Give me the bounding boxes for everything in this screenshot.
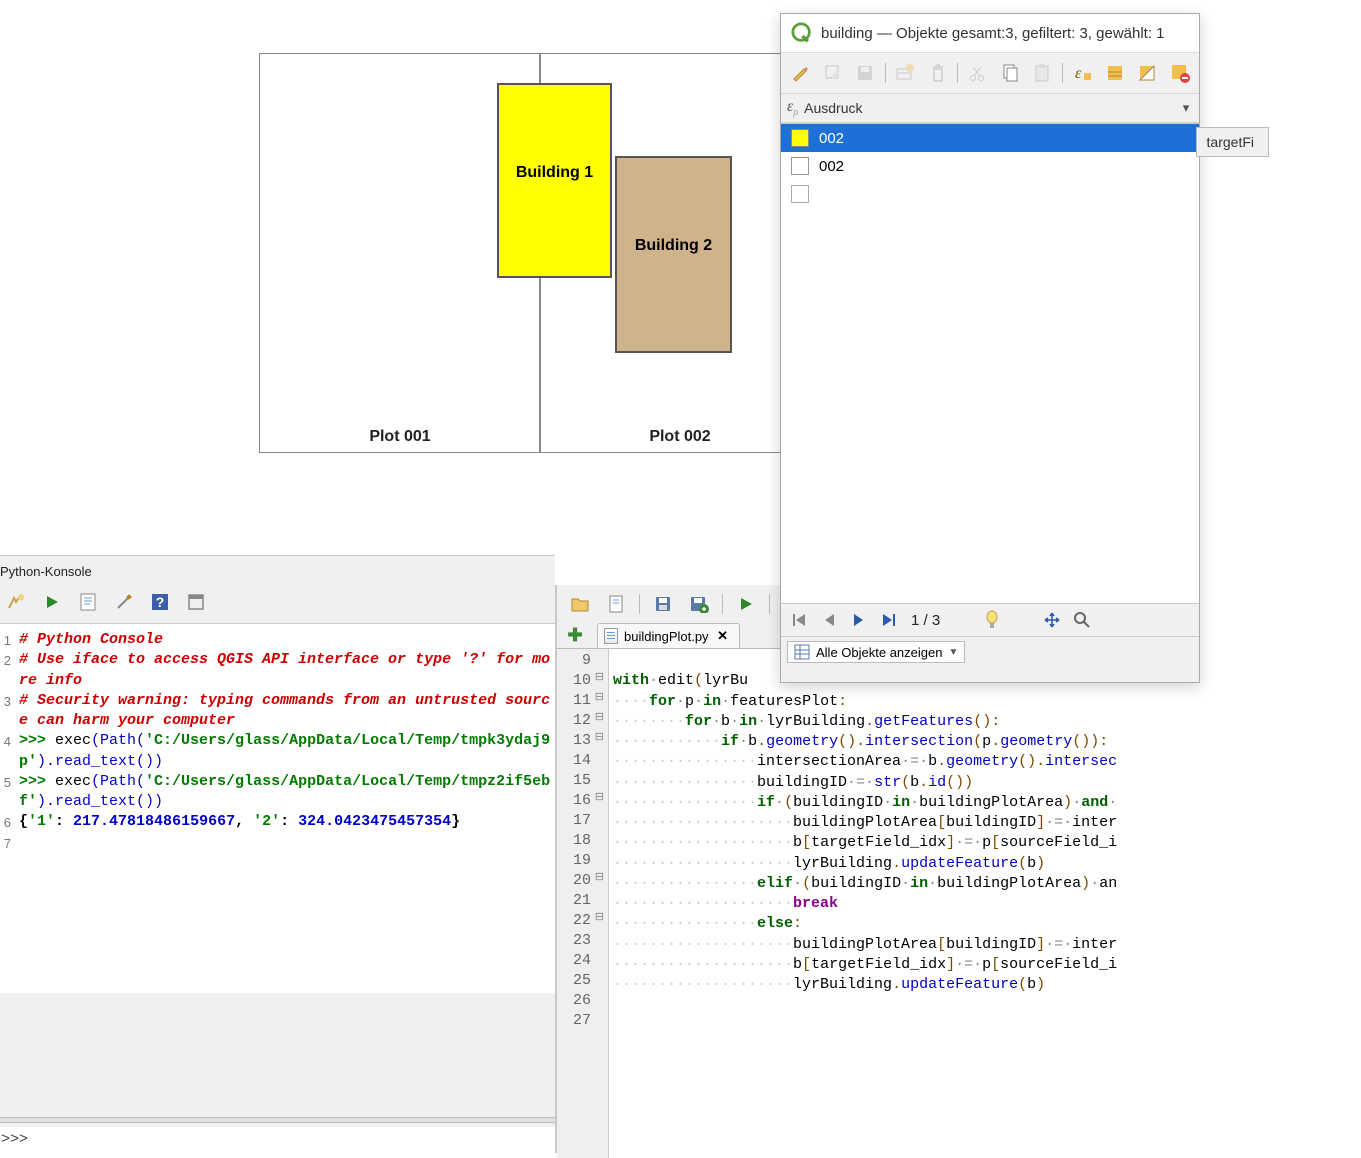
nav-next-icon[interactable] xyxy=(847,608,871,632)
feature-symbol-1 xyxy=(791,129,809,147)
filter-dropdown-icon[interactable]: ▼ xyxy=(948,647,958,658)
console-line-1: # Python Console xyxy=(19,630,551,650)
plot2-label: Plot 002 xyxy=(630,428,730,446)
feature-value-1: 002 xyxy=(819,130,844,147)
expression-dropdown-icon[interactable]: ▾ xyxy=(1179,100,1193,116)
code-body[interactable]: with·edit(lyrBu····for·p·in·featuresPlot… xyxy=(609,649,1117,1158)
attribute-table-toolbar: ε xyxy=(781,53,1199,94)
delete-feature-icon[interactable] xyxy=(924,59,951,87)
svg-text:?: ? xyxy=(156,594,165,610)
editor-tab-buildingplot[interactable]: buildingPlot.py ✕ xyxy=(597,623,740,648)
feature-value-2: 002 xyxy=(819,158,844,175)
feature-symbol-3 xyxy=(791,185,809,203)
console-line-4: >>> exec(Path('C:/Users/glass/AppData/Lo… xyxy=(19,731,551,772)
nav-last-icon[interactable] xyxy=(877,608,901,632)
building-2-feature[interactable]: Building 2 xyxy=(615,156,732,353)
python-console-toolbar: ? xyxy=(0,585,555,623)
cut-features-icon[interactable] xyxy=(964,59,991,87)
pan-to-icon[interactable] xyxy=(1040,608,1064,632)
console-splitter[interactable] xyxy=(0,1117,555,1123)
toggle-editing-icon[interactable] xyxy=(787,59,814,87)
expression-select-icon[interactable]: ε xyxy=(1069,59,1096,87)
run-script-icon[interactable] xyxy=(733,591,759,617)
feature-row-3[interactable] xyxy=(781,180,1199,208)
filter-label: Alle Objekte anzeigen xyxy=(816,645,942,660)
filter-combo[interactable]: Alle Objekte anzeigen ▼ xyxy=(787,641,965,663)
qgis-logo-icon xyxy=(791,22,813,44)
attribute-table-titlebar[interactable]: building — Objekte gesamt:3, gefiltert: … xyxy=(781,14,1199,53)
copy-features-icon[interactable] xyxy=(996,59,1023,87)
table-view-icon xyxy=(794,644,810,660)
feature-row-2[interactable]: 002 xyxy=(781,152,1199,180)
select-all-icon[interactable] xyxy=(1101,59,1128,87)
attribute-feature-list[interactable]: 002 002 xyxy=(781,123,1199,603)
dock-icon[interactable] xyxy=(183,589,209,615)
attribute-table-window[interactable]: building — Objekte gesamt:3, gefiltert: … xyxy=(780,13,1200,683)
feature-row-1[interactable]: 002 xyxy=(781,124,1199,152)
console-line-5: >>> exec(Path('C:/Users/glass/AppData/Lo… xyxy=(19,772,551,813)
console-line-2: # Use iface to access QGIS API interface… xyxy=(19,650,551,691)
python-console-input[interactable]: >>> xyxy=(0,1127,555,1153)
invert-selection-icon[interactable] xyxy=(1134,59,1161,87)
python-console-title: Python-Konsole xyxy=(0,556,555,585)
code-editor[interactable]: 9 10⊟ 11⊟ 12⊟ 13⊟ 14 15 16⊟ 17 18 19 20⊟… xyxy=(557,648,1185,1158)
add-feature-icon[interactable] xyxy=(892,59,919,87)
expression-row[interactable]: ερ Ausdruck ▾ xyxy=(781,94,1199,123)
close-tab-icon[interactable]: ✕ xyxy=(715,628,731,644)
save-icon[interactable] xyxy=(650,591,676,617)
console-line-3: # Security warning: typing commands from… xyxy=(19,691,551,732)
svg-text:ε: ε xyxy=(1075,65,1082,82)
attribute-nav-bar: 1 / 3 xyxy=(781,603,1199,636)
building-1-feature[interactable]: Building 1 xyxy=(497,83,612,278)
expression-label: Ausdruck xyxy=(804,100,1173,116)
plot1-label: Plot 001 xyxy=(350,428,450,446)
nav-prev-icon[interactable] xyxy=(817,608,841,632)
help-icon[interactable]: ? xyxy=(147,589,173,615)
show-editor-icon[interactable] xyxy=(75,589,101,615)
zoom-to-icon[interactable] xyxy=(1070,608,1094,632)
attribute-table-title: building — Objekte gesamt:3, gefiltert: … xyxy=(821,25,1165,42)
attribute-footer: Alle Objekte anzeigen ▼ xyxy=(781,636,1199,667)
file-icon xyxy=(604,628,618,644)
new-file-icon[interactable] xyxy=(603,591,629,617)
open-file-icon[interactable] xyxy=(567,591,593,617)
multi-edit-icon[interactable] xyxy=(820,59,847,87)
save-as-icon[interactable] xyxy=(686,591,712,617)
options-icon[interactable] xyxy=(111,589,137,615)
highlight-icon[interactable] xyxy=(980,608,1004,632)
console-line-7 xyxy=(19,833,551,853)
python-console-output[interactable]: 1# Python Console 2# Use iface to access… xyxy=(0,623,555,993)
code-gutter: 9 10⊟ 11⊟ 12⊟ 13⊟ 14 15 16⊟ 17 18 19 20⊟… xyxy=(557,649,609,1158)
editor-tab-label: buildingPlot.py xyxy=(624,629,709,644)
run-icon[interactable] xyxy=(39,589,65,615)
nav-first-icon[interactable] xyxy=(787,608,811,632)
deselect-icon[interactable] xyxy=(1166,59,1193,87)
feature-symbol-2 xyxy=(791,157,809,175)
field-header-targetfi[interactable]: targetFi xyxy=(1196,127,1269,157)
expression-icon: ερ xyxy=(787,98,798,118)
nav-count-label: 1 / 3 xyxy=(907,612,944,629)
console-line-6: {'1': 217.47818486159667, '2': 324.04234… xyxy=(19,812,551,832)
new-tab-button[interactable]: ✚ xyxy=(563,624,587,648)
paste-features-icon[interactable] xyxy=(1029,59,1056,87)
save-edits-icon[interactable] xyxy=(852,59,879,87)
python-console-panel: Python-Konsole ? 1# Python Console 2# Us… xyxy=(0,555,555,1153)
clear-console-icon[interactable] xyxy=(3,589,29,615)
